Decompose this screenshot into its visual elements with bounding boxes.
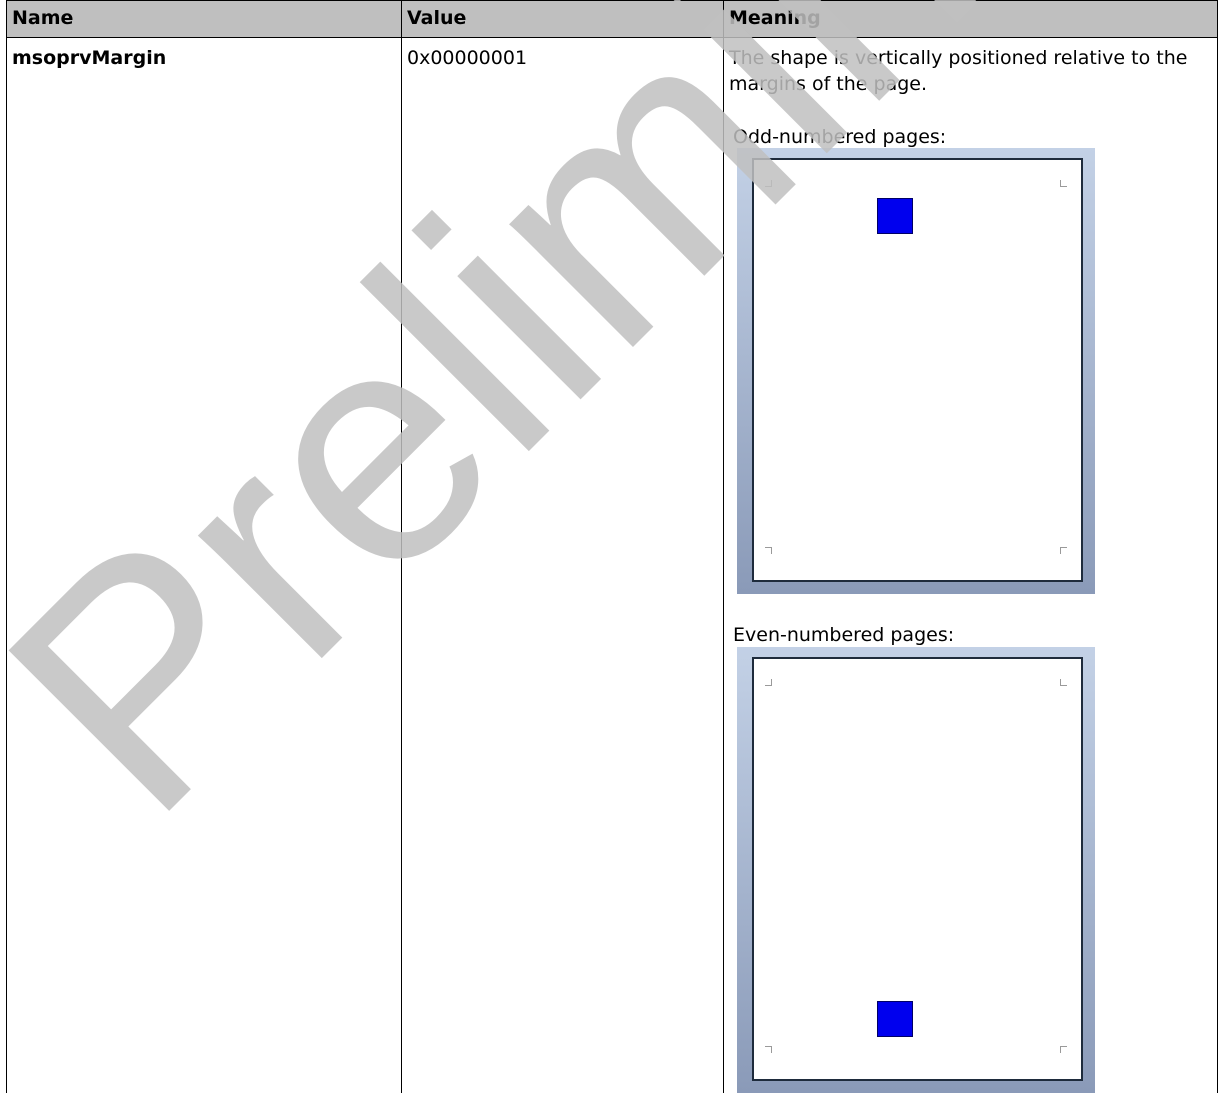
table-row-name-cell: msoprvMargin <box>6 37 401 71</box>
odd-page-figure <box>737 148 1095 594</box>
table-row-value-cell: 0x00000001 <box>401 37 723 71</box>
header-value: Value <box>407 7 467 29</box>
odd-page-sheet <box>752 158 1083 582</box>
margin-corner-mark <box>765 547 772 554</box>
table-top-border <box>6 0 1218 1</box>
row-value: 0x00000001 <box>407 47 528 69</box>
column-border-2 <box>723 0 724 1093</box>
odd-pages-label: Odd-numbered pages: <box>733 126 947 148</box>
column-border-left <box>6 0 7 1093</box>
header-name: Name <box>12 7 74 29</box>
table-header-row: Name Value Meaning <box>6 0 1218 37</box>
positioned-shape-bottom <box>877 1001 913 1037</box>
even-page-figure <box>737 647 1095 1093</box>
even-page-sheet <box>752 657 1083 1081</box>
margin-corner-mark <box>1060 679 1067 686</box>
even-pages-label: Even-numbered pages: <box>733 624 955 646</box>
margin-corner-mark <box>765 1046 772 1053</box>
header-meaning: Meaning <box>729 7 821 29</box>
table-row-meaning-cell: The shape is vertically positioned relat… <box>723 37 1218 97</box>
row-description: The shape is vertically positioned relat… <box>729 47 1188 95</box>
margin-corner-mark <box>1060 547 1067 554</box>
margin-corner-mark <box>1060 1046 1067 1053</box>
column-border-1 <box>401 0 402 1093</box>
positioned-shape-top <box>877 198 913 234</box>
margin-corner-mark <box>765 679 772 686</box>
margin-corner-mark <box>1060 180 1067 187</box>
row-name: msoprvMargin <box>12 47 167 69</box>
margin-corner-mark <box>765 180 772 187</box>
